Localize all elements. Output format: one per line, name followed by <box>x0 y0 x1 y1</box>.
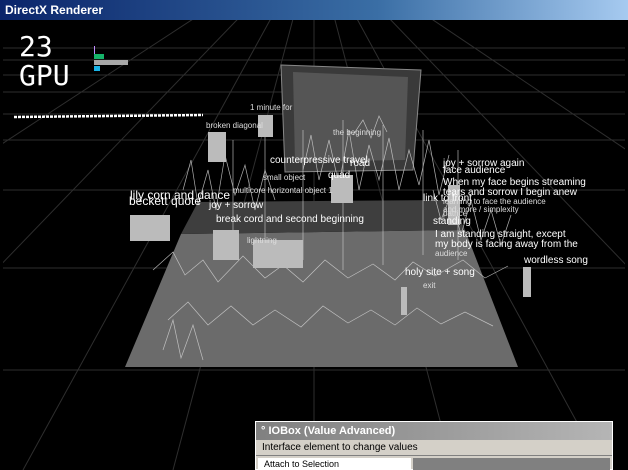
iobox-row: Attach to Selection <box>256 456 612 470</box>
renderer-window: DirectX Renderer 23 GPU 1 minute for bro… <box>0 0 628 470</box>
scene-label: multicore horizontal object 1 <box>233 186 333 195</box>
scene-label: face audience <box>443 165 506 176</box>
scene-label: link to front <box>423 193 472 204</box>
iobox-title[interactable]: ° IOBox (Value Advanced) <box>256 422 612 440</box>
scene-label: the beginning <box>333 128 382 137</box>
hud-readout: 23 GPU <box>19 32 70 90</box>
timeline-bar <box>13 113 204 119</box>
scene-label: standing <box>433 216 471 227</box>
fps-counter: 23 <box>19 30 53 63</box>
scene-label: 1 minute for <box>250 103 293 112</box>
scene-label: wordless song <box>524 255 588 266</box>
scene-label: holy site + song <box>405 267 475 278</box>
renderer-mode: GPU <box>19 59 70 92</box>
window-title: DirectX Renderer <box>0 0 628 20</box>
scene-label: quad <box>328 170 351 181</box>
scene-label: exit <box>423 281 436 290</box>
iobox-description: Interface element to change values <box>256 440 612 456</box>
scene-label: joy + sorrow <box>209 200 264 211</box>
hud-bars <box>94 46 128 71</box>
scene-label: audience <box>435 249 468 258</box>
render-viewport[interactable]: 23 GPU 1 minute for broken diagonal the be… <box>3 20 625 470</box>
value-field[interactable] <box>413 458 610 470</box>
scene-label: road <box>350 158 371 169</box>
scene-label: broken diagonal <box>206 121 263 130</box>
scene-label: break cord and second beginning <box>216 214 364 225</box>
scene-label: lightning <box>247 236 277 245</box>
iobox-panel[interactable]: ° IOBox (Value Advanced) Interface eleme… <box>255 421 613 470</box>
attach-to-selection-button[interactable]: Attach to Selection <box>258 458 411 470</box>
scene-label: beckett quote <box>129 194 202 208</box>
scene-label: small object <box>263 173 306 182</box>
